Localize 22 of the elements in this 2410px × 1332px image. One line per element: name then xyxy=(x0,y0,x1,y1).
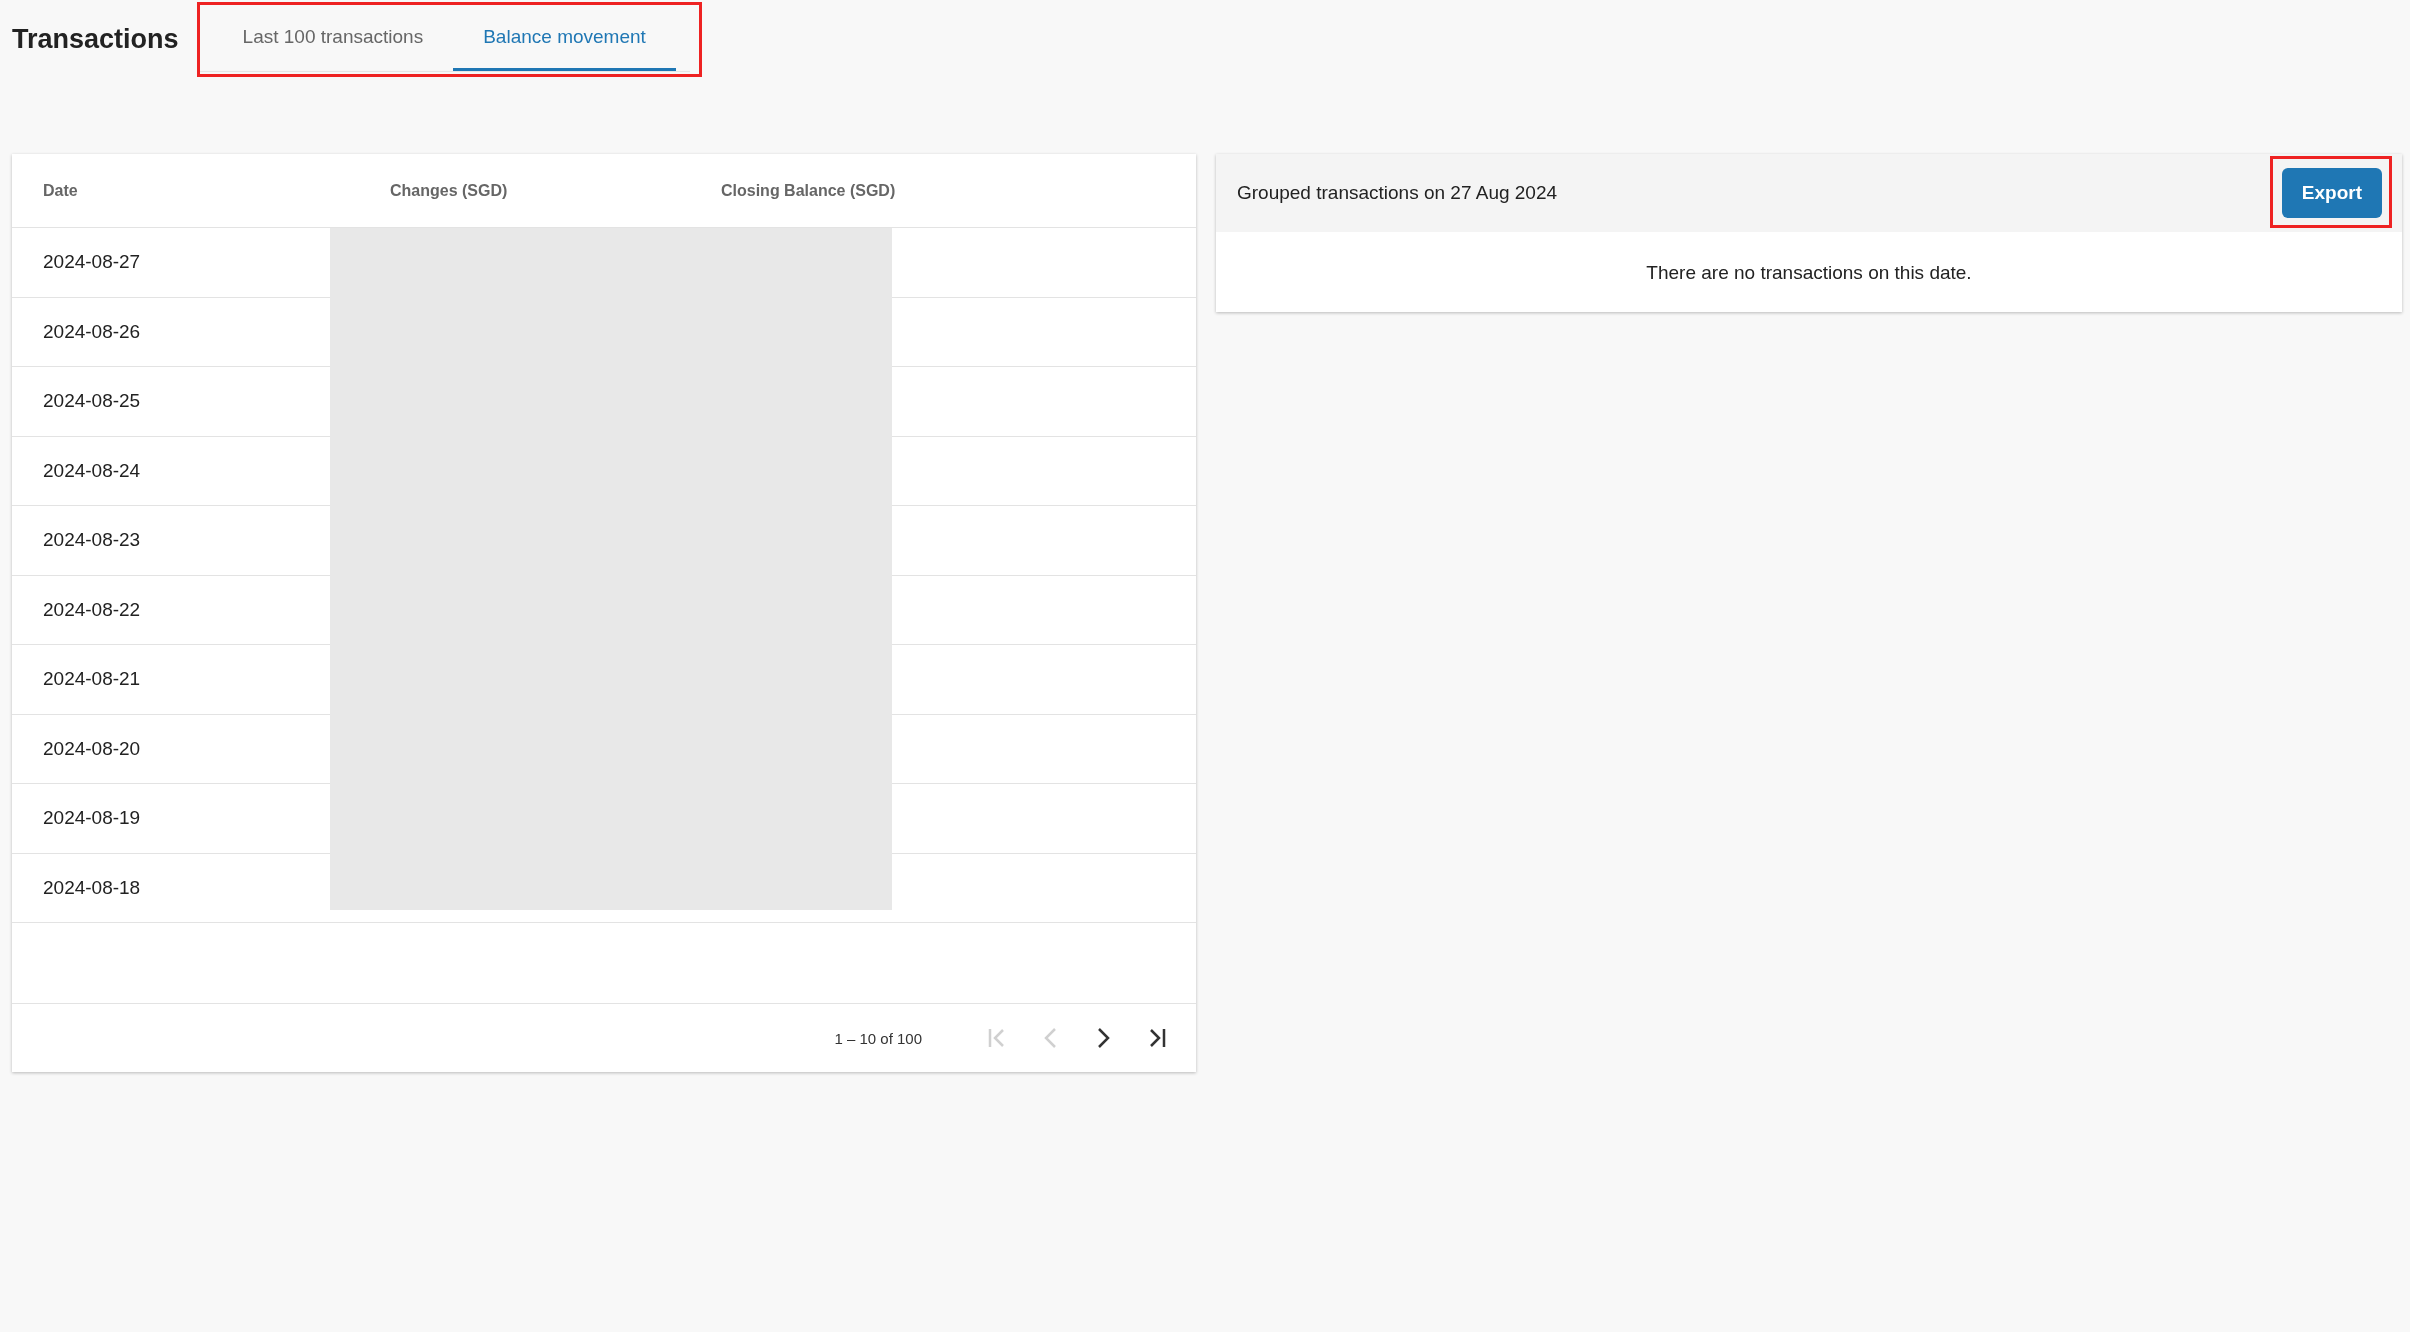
table-cell-text: 2024-08-26 xyxy=(42,320,141,343)
page-title: Transactions xyxy=(12,24,179,55)
table-cell-text: 2024-08-19 xyxy=(42,807,141,830)
detail-title: Grouped transactions on 27 Aug 2024 xyxy=(1237,182,1558,204)
column-header: Closing Balance (SGD) xyxy=(720,181,897,200)
tab[interactable]: Last 100 transactions xyxy=(212,4,454,71)
table-cell-text: 2024-08-25 xyxy=(42,390,141,413)
tab[interactable]: Balance movement xyxy=(453,4,676,71)
table-cell-text: 2024-08-21 xyxy=(42,668,141,691)
table-cell-text: 2024-08-24 xyxy=(42,459,141,482)
table-cell-text: 2024-08-20 xyxy=(42,737,141,760)
next-page-icon[interactable] xyxy=(1096,1026,1112,1050)
last-page-icon[interactable] xyxy=(1150,1026,1166,1050)
column-header: Date xyxy=(42,181,79,200)
table-cell-text: 2024-08-27 xyxy=(42,251,141,274)
table-cell-text: 2024-08-22 xyxy=(42,598,141,621)
table-cell-text: 2024-08-23 xyxy=(42,529,141,552)
table-cell-text: 2024-08-18 xyxy=(42,876,141,899)
empty-message: There are no transactions on this date. xyxy=(1645,261,1973,285)
column-header: Changes (SGD) xyxy=(389,181,509,200)
export-button[interactable]: Export xyxy=(2281,168,2382,218)
page-range: 1 – 10 of 100 xyxy=(834,1029,922,1047)
